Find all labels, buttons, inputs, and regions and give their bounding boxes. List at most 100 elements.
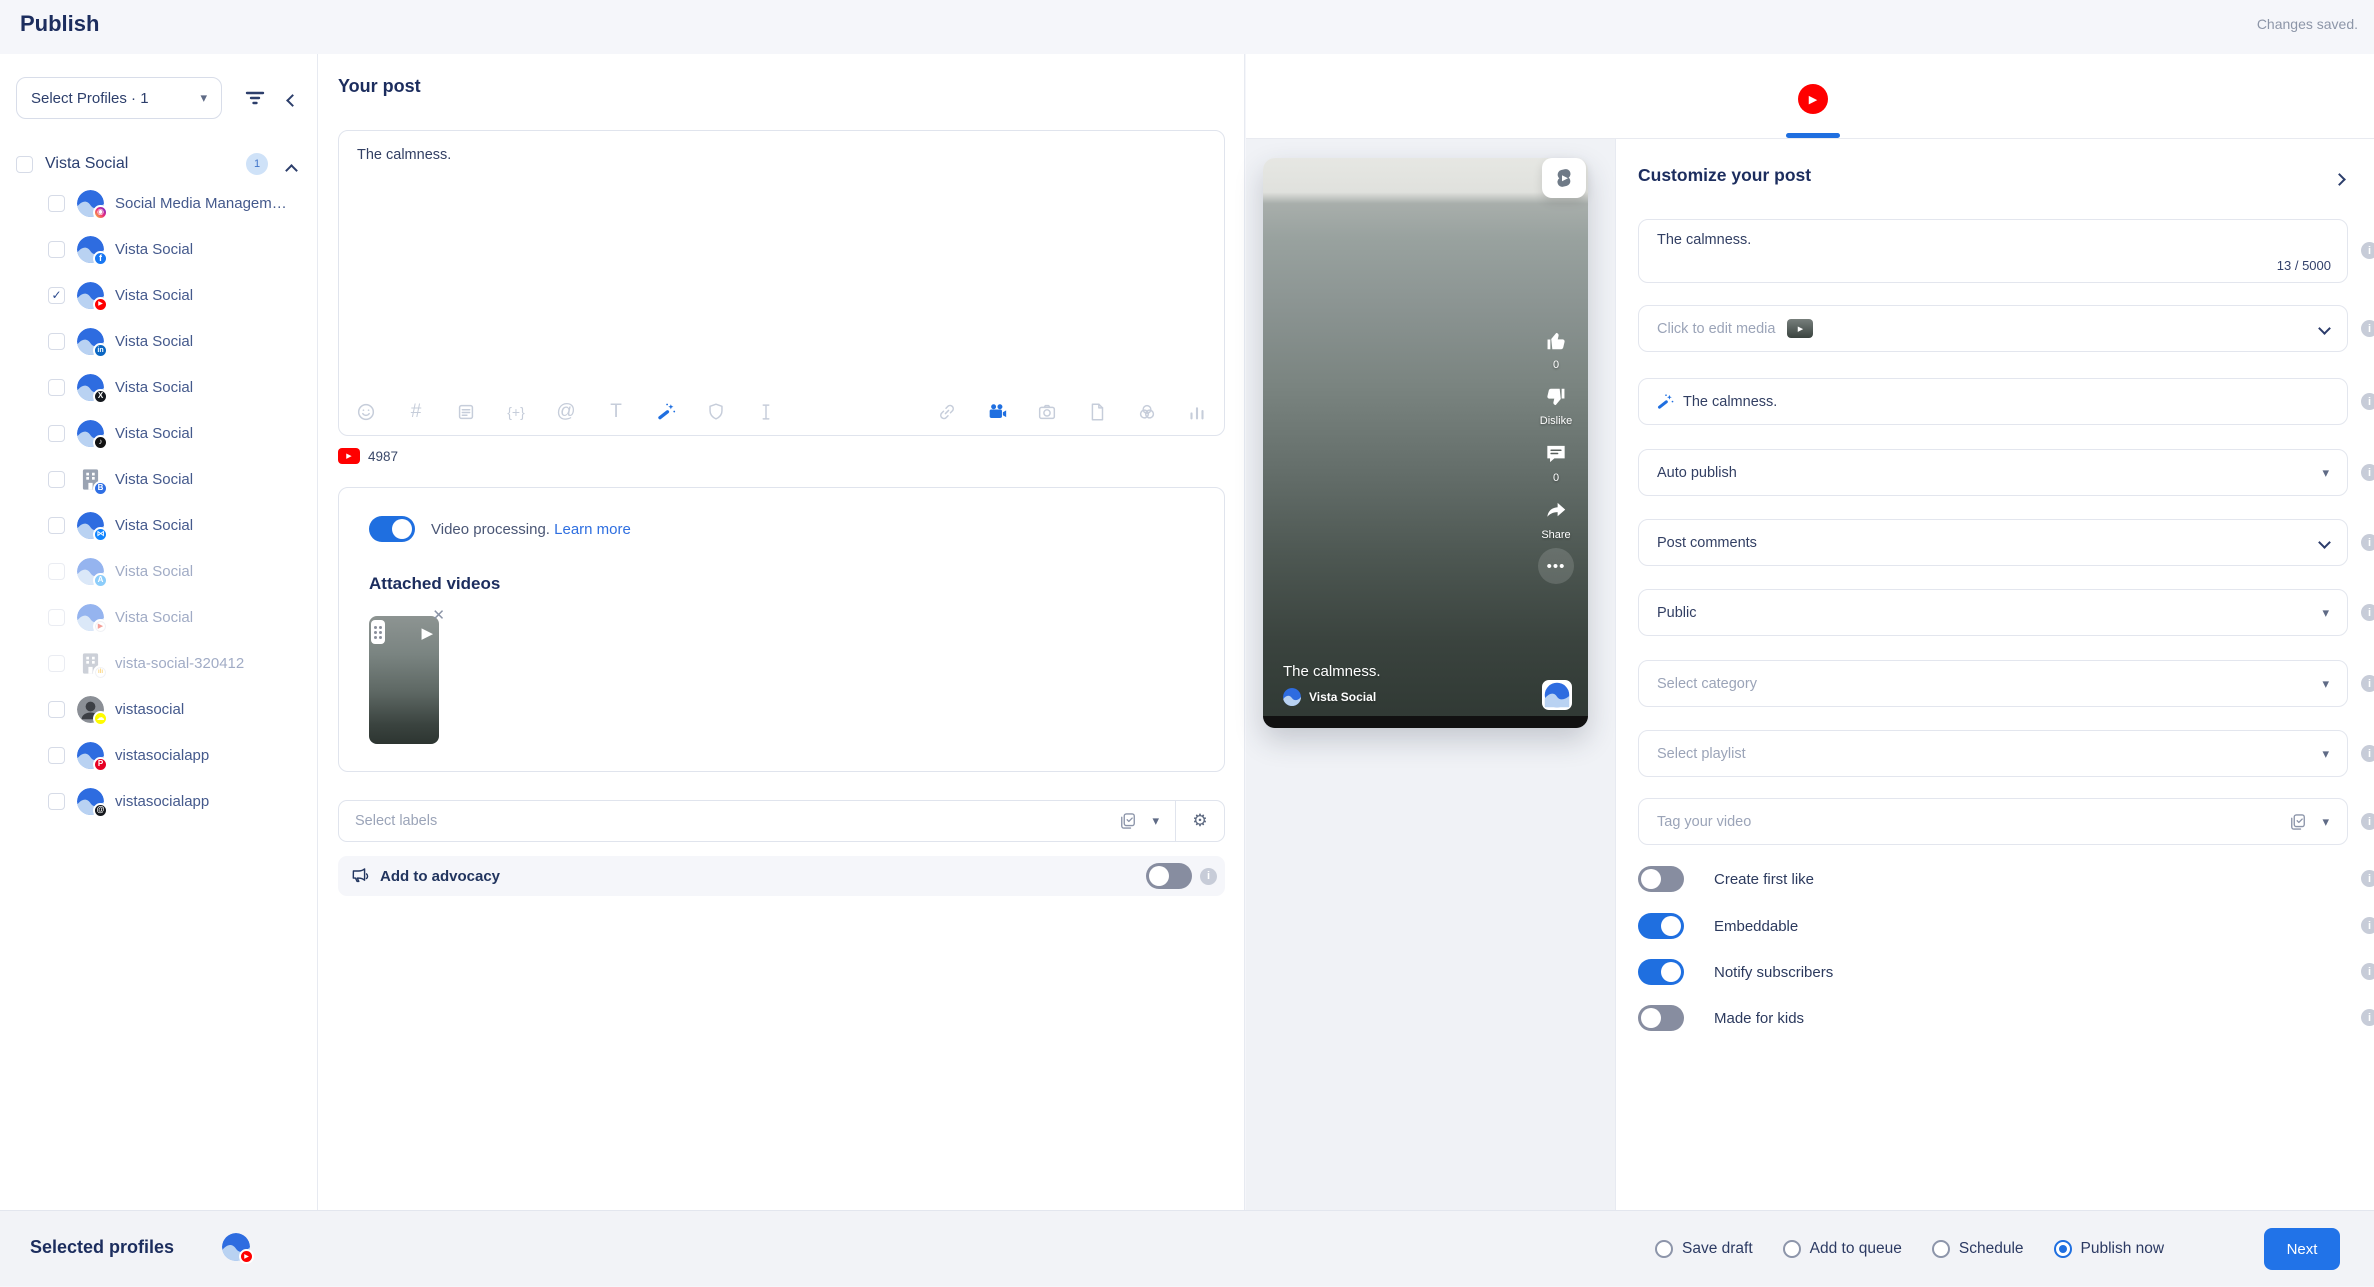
privacy-field[interactable]: Public [1638, 589, 2348, 636]
radio-button[interactable] [2053, 1240, 2072, 1258]
labels-dropdown-caret[interactable] [1152, 813, 1159, 829]
magic-wand-icon[interactable] [655, 401, 677, 423]
variables-icon[interactable]: {+} [505, 401, 527, 423]
info-icon[interactable] [2361, 320, 2374, 337]
profile-checkbox[interactable] [48, 240, 65, 258]
info-icon[interactable] [2361, 464, 2374, 481]
profile-checkbox[interactable] [48, 194, 65, 212]
info-icon[interactable] [2361, 870, 2374, 887]
post-text[interactable]: The calmness. [357, 147, 451, 163]
text-case-icon[interactable]: T [605, 401, 627, 423]
chevron-up-icon[interactable] [285, 162, 298, 180]
profile-row-google-play[interactable]: ▶ Vista Social [0, 594, 318, 640]
profile-checkbox[interactable] [48, 746, 65, 764]
shorts-share-button[interactable]: Share [1530, 498, 1582, 541]
radio-schedule[interactable]: Schedule [1931, 1240, 2024, 1258]
profile-row-facebook[interactable]: f Vista Social [0, 226, 318, 272]
info-icon[interactable] [2361, 745, 2374, 762]
profile-checkbox[interactable] [48, 332, 65, 350]
video-icon[interactable] [986, 401, 1008, 423]
profile-row-threads[interactable]: @ vistasocialapp [0, 778, 318, 824]
caption-field[interactable]: The calmness. 13 / 5000 [1638, 219, 2348, 283]
info-icon[interactable] [2361, 393, 2374, 410]
group-checkbox[interactable] [16, 155, 33, 173]
profile-row-linkedin[interactable]: in Vista Social [0, 318, 318, 364]
profile-row-snapchat[interactable]: ☁ vistasocial [0, 686, 318, 732]
profile-row-youtube[interactable]: ✓ ▶ Vista Social [0, 272, 318, 318]
embeddable-toggle[interactable] [1638, 913, 1684, 939]
info-icon[interactable] [2361, 675, 2374, 692]
profile-checkbox[interactable] [48, 700, 65, 718]
info-icon[interactable] [2361, 813, 2374, 830]
info-icon[interactable] [2361, 917, 2374, 934]
profile-row-app-store[interactable]: A Vista Social [0, 548, 318, 594]
notify-subscribers-toggle[interactable] [1638, 959, 1684, 985]
profile-checkbox[interactable] [48, 562, 65, 580]
made-for-kids-toggle[interactable] [1638, 1005, 1684, 1031]
profile-checkbox[interactable] [48, 516, 65, 534]
tab-youtube[interactable]: ▶ [1798, 84, 1828, 114]
media-field[interactable]: Click to edit media [1638, 305, 2348, 352]
attached-video-thumbnail[interactable]: ✕ ▶ [369, 607, 445, 744]
profile-row-bluesky[interactable]: ⋈ Vista Social [0, 502, 318, 548]
link-icon[interactable] [936, 401, 958, 423]
create-first-like-toggle[interactable] [1638, 866, 1684, 892]
post-comments-field[interactable]: Post comments [1638, 519, 2348, 566]
profile-checkbox[interactable] [48, 470, 65, 488]
file-icon[interactable] [1086, 401, 1108, 423]
shorts-channel-avatar[interactable] [1542, 680, 1572, 710]
shorts-comment-button[interactable]: 0 [1530, 441, 1582, 484]
hashtag-icon[interactable]: # [405, 401, 427, 423]
labels-settings-gear-icon[interactable] [1176, 811, 1224, 831]
collapse-panel-icon[interactable] [2333, 171, 2346, 189]
radio-add-to-queue[interactable]: Add to queue [1782, 1240, 1902, 1258]
tags-field[interactable]: Tag your video [1638, 798, 2348, 845]
radio-button[interactable] [1931, 1240, 1950, 1258]
profile-checkbox[interactable] [48, 654, 65, 672]
copy-tags-icon[interactable] [2288, 812, 2308, 832]
profile-group-row[interactable]: Vista Social 1 [0, 149, 318, 179]
shorts-more-button[interactable]: ••• [1530, 548, 1582, 584]
clear-format-icon[interactable] [755, 401, 777, 423]
profile-row-tiktok[interactable]: ♪ Vista Social [0, 410, 318, 456]
filter-icon[interactable] [243, 86, 267, 110]
publish-mode-field[interactable]: Auto publish [1638, 449, 2348, 496]
select-labels-field[interactable]: Select labels [338, 800, 1225, 842]
profile-row-analytics[interactable]: ılı vista-social-320412 [0, 640, 318, 686]
drag-handle-icon[interactable] [371, 620, 385, 644]
video-processing-toggle[interactable] [369, 516, 415, 542]
profile-row-instagram[interactable]: ◉ Social Media Managem… [0, 180, 318, 226]
snippet-icon[interactable] [455, 401, 477, 423]
radio-button[interactable] [1782, 1240, 1801, 1258]
profile-row-pinterest[interactable]: Pvistasocialapp [0, 732, 318, 778]
info-icon[interactable] [2361, 1009, 2374, 1026]
copy-labels-icon[interactable] [1118, 811, 1138, 831]
profile-checkbox[interactable] [48, 424, 65, 442]
profile-row-x[interactable]: X Vista Social [0, 364, 318, 410]
learn-more-link[interactable]: Learn more [554, 521, 631, 538]
more-icon[interactable]: ••• [1538, 548, 1574, 584]
advocacy-toggle[interactable] [1146, 863, 1192, 889]
profile-checkbox[interactable] [48, 792, 65, 810]
camera-icon[interactable] [1036, 401, 1058, 423]
post-text-editor[interactable]: The calmness. # {+} @ T [338, 130, 1225, 436]
info-icon[interactable] [2361, 963, 2374, 980]
select-profiles-dropdown[interactable]: Select Profiles · 1 [16, 77, 222, 119]
profile-checkbox[interactable] [48, 608, 65, 626]
info-icon[interactable] [2361, 534, 2374, 551]
emoji-icon[interactable] [355, 401, 377, 423]
video-title-field[interactable]: The calmness. [1638, 378, 2348, 425]
radio-button[interactable] [1655, 1240, 1673, 1258]
mention-icon[interactable]: @ [555, 401, 577, 423]
info-icon[interactable] [2361, 604, 2374, 621]
info-icon[interactable] [2361, 242, 2374, 259]
profile-row-google-business[interactable]: B Vista Social [0, 456, 318, 502]
info-icon[interactable] [1200, 867, 1217, 885]
analytics-icon[interactable] [1186, 401, 1208, 423]
playlist-field[interactable]: Select playlist [1638, 730, 2348, 777]
shorts-like-button[interactable]: 0 [1530, 328, 1582, 371]
remove-video-icon[interactable]: ✕ [432, 606, 445, 624]
collapse-sidebar-icon[interactable] [286, 92, 299, 110]
profile-checkbox[interactable] [48, 378, 65, 396]
shorts-dislike-button[interactable]: Dislike [1530, 384, 1582, 427]
